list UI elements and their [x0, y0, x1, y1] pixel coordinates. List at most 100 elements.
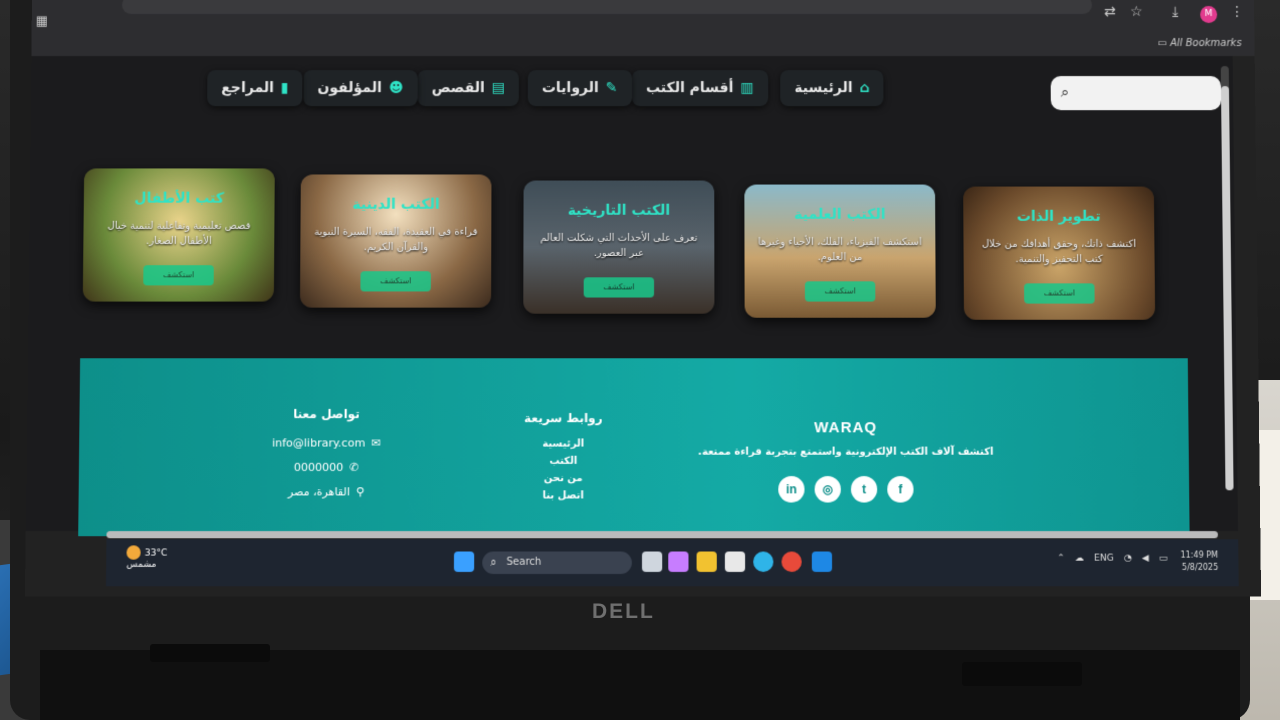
footer-quick-links: روابط سريعة الرئيسية الكتب من نحن اتصل ب…	[482, 411, 644, 505]
vertical-scrollbar-thumb[interactable]	[1220, 86, 1234, 491]
scroll-icon: ▤	[491, 80, 506, 97]
taskbar-search[interactable]: ⌕ Search	[482, 551, 632, 574]
search-input[interactable]: ⌕	[1050, 76, 1222, 111]
footer-link-books[interactable]: الكتب	[483, 453, 644, 470]
taskbar-clock[interactable]: 11:49 PM 5/8/2025	[1180, 549, 1218, 574]
bookmarks-bar: ▭ All Bookmarks	[31, 34, 1255, 57]
photo-background: ▦ ⇄ ☆ ⤓ M ⋮ ▭ All Bookmarks ⌂ الرئيسية ▥ أ…	[0, 0, 1280, 720]
card-explore-button[interactable]: استكشف	[360, 271, 431, 292]
chevron-up-icon[interactable]: ⌃	[1057, 554, 1065, 564]
contact-title: تواصل معنا	[293, 406, 360, 422]
nav-categories[interactable]: ▥ أقسام الكتب	[631, 70, 768, 107]
weather-label: مشمس	[126, 559, 157, 570]
feather-icon: ✎	[605, 80, 618, 97]
browser-toolbar: ▦ ⇄ ☆ ⤓ M ⋮	[31, 0, 1255, 35]
search-icon: ⌕	[490, 555, 497, 569]
card-explore-button[interactable]: استكشف	[804, 281, 876, 302]
footer-brand: WARAQ	[814, 419, 878, 437]
card-history[interactable]: الكتب التاريخية تعرف على الأحداث التي شك…	[523, 180, 715, 314]
contact-email-text: info@library.com	[271, 436, 366, 450]
card-title: الكتب العلمية	[794, 206, 886, 223]
windows-taskbar: 33°C مشمس ⌕ Search ⌃ ☁ ENG ◔ ◀ ▭ 11:49 P…	[105, 539, 1239, 587]
windows-start-icon[interactable]	[453, 551, 475, 572]
star-icon[interactable]: ☆	[1130, 4, 1143, 20]
card-self-development[interactable]: تطوير الذات اكتشف ذاتك، وحقق أهدافك من خ…	[963, 186, 1156, 320]
chrome-icon[interactable]	[781, 551, 802, 572]
nav-home[interactable]: ⌂ الرئيسية	[780, 70, 884, 107]
taskbar-search-label: Search	[506, 556, 542, 568]
main-nav: ⌂ الرئيسية ▥ أقسام الكتب ✎ الروايات ▤ القصص …	[31, 62, 1234, 112]
hinge-foot-left	[150, 644, 270, 662]
copilot-icon[interactable]	[668, 551, 689, 572]
download-icon[interactable]: ⤓	[1172, 4, 1178, 20]
profile-avatar[interactable]: M	[1200, 5, 1218, 23]
language-indicator[interactable]: ENG	[1094, 554, 1114, 564]
horizontal-scrollbar[interactable]	[106, 531, 1218, 539]
footer-link-about[interactable]: من نحن	[482, 470, 644, 487]
contact-address: ⚲ القاهرة، مصر	[240, 480, 412, 504]
volume-icon[interactable]: ◀	[1142, 554, 1149, 564]
all-bookmarks-button[interactable]: ▭ All Bookmarks	[1157, 38, 1241, 49]
card-desc: تعرف على الأحداث التي شكلت العالم عبر ال…	[540, 232, 698, 260]
contact-address-text: القاهرة، مصر	[287, 485, 351, 499]
laptop-screen: ▦ ⇄ ☆ ⤓ M ⋮ ▭ All Bookmarks ⌂ الرئيسية ▥ أ…	[24, 0, 1262, 597]
vscode-icon[interactable]	[811, 551, 833, 572]
phone-icon: ✆	[349, 460, 359, 475]
card-desc: استكشف الفيزياء، الفلك، الأحياء وغيرها م…	[757, 236, 922, 264]
users-icon: ☻	[388, 80, 404, 97]
nav-references[interactable]: ▮ المراجع	[207, 70, 303, 107]
card-title: الكتب التاريخية	[567, 202, 671, 219]
card-title: الكتب الدينية	[352, 196, 440, 213]
card-science[interactable]: الكتب العلمية استكشف الفيزياء، الفلك، ال…	[744, 184, 936, 318]
card-desc: قراءة في العقيدة، الفقه، السيرة النبوية …	[314, 226, 478, 254]
card-religious[interactable]: الكتب الدينية قراءة في العقيدة، الفقه، ا…	[299, 174, 492, 308]
nav-home-label: الرئيسية	[794, 80, 853, 97]
book-open-icon: ▥	[740, 80, 754, 97]
facebook-icon[interactable]: f	[887, 476, 914, 503]
contact-phone[interactable]: ✆ 0000000	[240, 456, 412, 480]
address-bar[interactable]	[121, 0, 1093, 14]
weather-widget[interactable]: 33°C مشمس	[126, 545, 167, 570]
nav-stories-label: القصص	[431, 80, 485, 97]
footer-link-home[interactable]: الرئيسية	[483, 435, 644, 452]
footer-contact: تواصل معنا ✉ info@library.com ✆ 0000000 ⚲ ا…	[240, 407, 412, 505]
twitter-icon[interactable]: t	[850, 476, 878, 503]
search-icon: ⌕	[1060, 83, 1070, 102]
footer-link-contact[interactable]: اتصل بنا	[482, 487, 644, 504]
site-footer: WARAQ اكتشف آلاف الكتب الإلكترونية واستم…	[78, 358, 1190, 537]
nav-novels[interactable]: ✎ الروايات	[527, 70, 632, 107]
clock-date: 5/8/2025	[1181, 562, 1219, 572]
more-menu-icon[interactable]: ⋮	[1230, 4, 1244, 20]
location-pin-icon: ⚲	[355, 485, 365, 499]
footer-tagline: اكتشف آلاف الكتب الإلكترونية واستمتع بتج…	[698, 446, 994, 458]
translate-icon[interactable]: ⇄	[1104, 4, 1116, 20]
linkedin-icon[interactable]: in	[778, 476, 805, 503]
task-view-icon[interactable]	[641, 551, 663, 572]
card-desc: اكتشف ذاتك، وحقق أهدافك من خلال كتب التح…	[981, 238, 1137, 266]
nav-stories[interactable]: ▤ القصص	[417, 70, 520, 107]
laptop-bezel: ▦ ⇄ ☆ ⤓ M ⋮ ▭ All Bookmarks ⌂ الرئيسية ▥ أ…	[10, 0, 1262, 720]
home-icon: ⌂	[859, 80, 870, 97]
web-page: ⌂ الرئيسية ▥ أقسام الكتب ✎ الروايات ▤ القصص …	[25, 56, 1239, 537]
cloud-icon[interactable]: ☁	[1075, 554, 1084, 564]
card-explore-button[interactable]: استكشف	[1024, 283, 1095, 304]
wifi-icon[interactable]: ◔	[1124, 554, 1132, 564]
system-tray: ⌃ ☁ ENG ◔ ◀ ▭	[1057, 554, 1168, 564]
contact-email[interactable]: ✉ info@library.com	[240, 431, 412, 455]
nav-authors-label: المؤلفون	[317, 80, 382, 97]
instagram-icon[interactable]: ◎	[814, 476, 841, 503]
store-icon[interactable]	[724, 551, 746, 572]
card-explore-button[interactable]: استكشف	[143, 265, 214, 286]
apps-grid-icon[interactable]: ▦	[36, 14, 48, 29]
nav-categories-label: أقسام الكتب	[646, 80, 734, 97]
all-bookmarks-label: All Bookmarks	[1170, 38, 1242, 50]
nav-references-label: المراجع	[221, 80, 275, 97]
card-kids[interactable]: كتب الأطفال قصص تعليمية وتفاعلية لتنمية …	[82, 168, 275, 302]
nav-authors[interactable]: ☻ المؤلفون	[303, 70, 418, 107]
hinge-foot-right	[962, 662, 1082, 686]
file-explorer-icon[interactable]	[696, 551, 717, 572]
card-title: تطوير الذات	[1016, 208, 1101, 225]
edge-icon[interactable]	[753, 551, 774, 572]
battery-icon[interactable]: ▭	[1159, 554, 1168, 564]
card-explore-button[interactable]: استكشف	[583, 277, 655, 298]
